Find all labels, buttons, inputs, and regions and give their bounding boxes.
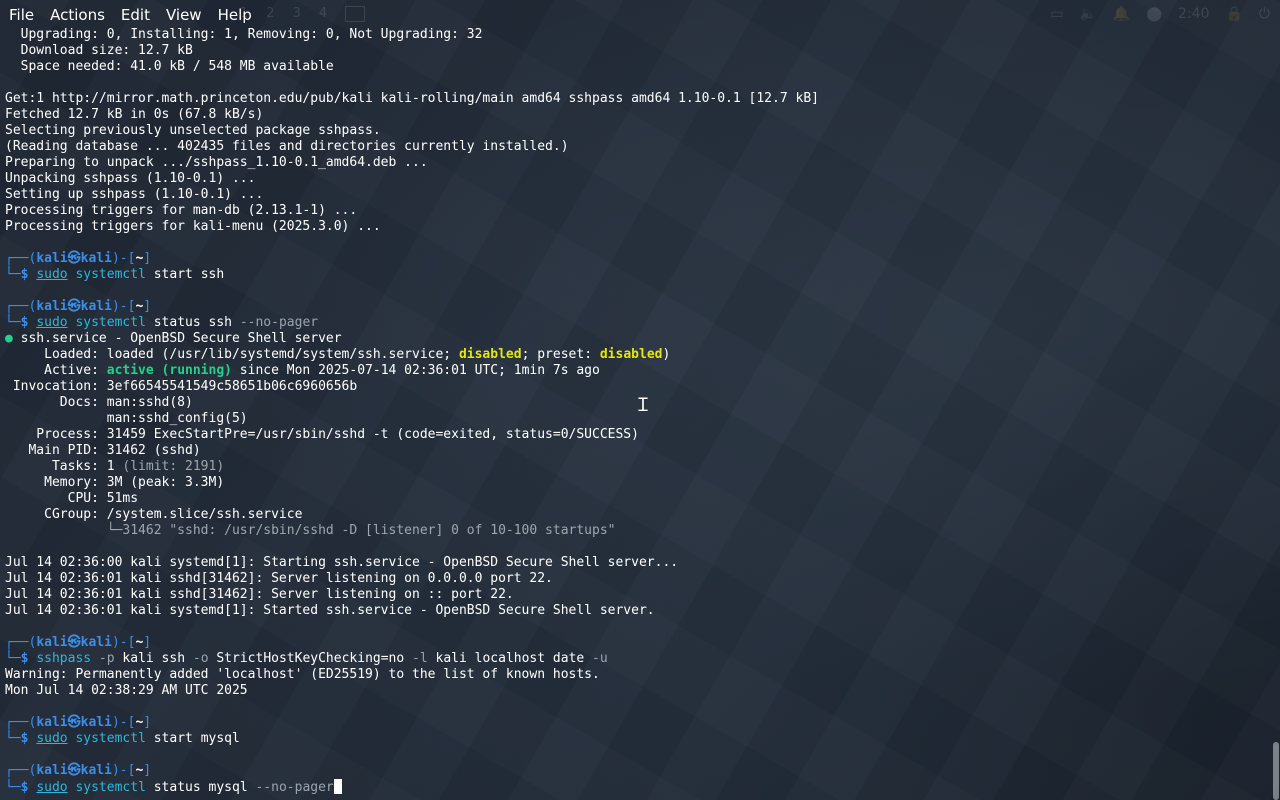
prompt-header: ┌──(kali㉿kali)-[~]: [5, 635, 152, 650]
workspace-switcher: 1 2 3 4: [240, 6, 366, 22]
prompt-header: ┌──(kali㉿kali)-[~]: [5, 251, 152, 266]
status-cgroup: CGroup: /system.slice/ssh.service: [5, 507, 303, 522]
menu-view[interactable]: View: [158, 6, 210, 24]
prompt-header: ┌──(kali㉿kali)-[~]: [5, 763, 152, 778]
output-line: Get:1 http://mirror.math.princeton.edu/p…: [5, 91, 819, 106]
clock[interactable]: 2:40: [1178, 6, 1209, 22]
output-line: Space needed: 41.0 kB / 548 MB available: [5, 59, 334, 74]
journal-line: Jul 14 02:36:01 kali sshd[31462]: Server…: [5, 571, 553, 586]
command-line: └─$ sudo systemctl start mysql: [5, 731, 240, 746]
workspace-4[interactable]: 4: [319, 6, 327, 22]
prompt-header: ┌──(kali㉿kali)-[~]: [5, 299, 152, 314]
terminal-window-icon[interactable]: [345, 6, 366, 22]
status-title: ● ssh.service - OpenBSD Secure Shell ser…: [5, 331, 342, 346]
status-loaded: Loaded: loaded (/usr/lib/systemd/system/…: [5, 347, 671, 362]
menu-actions[interactable]: Actions: [42, 6, 113, 24]
journal-line: Jul 14 02:36:01 kali systemd[1]: Started…: [5, 603, 655, 618]
status-active: Active: active (running) since Mon 2025-…: [5, 363, 600, 378]
network-icon[interactable]: ⬤: [1146, 6, 1162, 22]
lock-icon[interactable]: 🔒: [1225, 6, 1242, 22]
menu-file[interactable]: File: [0, 6, 42, 24]
output-line: (Reading database ... 402435 files and d…: [5, 139, 569, 154]
output-line: Unpacking sshpass (1.10-0.1) ...: [5, 171, 256, 186]
system-tray: ▭ 🔈 🔔 ⬤ 2:40 🔒 ⏻: [1050, 6, 1270, 22]
workspace-2[interactable]: 2: [266, 6, 274, 22]
status-memory: Memory: 3M (peak: 3.3M): [5, 475, 225, 490]
terminal-scrollbar[interactable]: [1270, 27, 1280, 800]
output-line: Fetched 12.7 kB in 0s (67.8 kB/s): [5, 107, 264, 122]
journal-line: Jul 14 02:36:00 kali systemd[1]: Startin…: [5, 555, 679, 570]
output-line: Setting up sshpass (1.10-0.1) ...: [5, 187, 264, 202]
scrollbar-thumb[interactable]: [1273, 742, 1279, 800]
menu-edit[interactable]: Edit: [113, 6, 158, 24]
output-line: Preparing to unpack .../sshpass_1.10-0.1…: [5, 155, 428, 170]
output-line: Download size: 12.7 kB: [5, 43, 193, 58]
command-line: └─$ sudo systemctl status ssh --no-pager: [5, 315, 319, 330]
output-line: Processing triggers for kali-menu (2025.…: [5, 219, 381, 234]
status-cpu: CPU: 51ms: [5, 491, 139, 506]
journal-line: Jul 14 02:36:01 kali sshd[31462]: Server…: [5, 587, 514, 602]
current-command-line[interactable]: └─$ sudo systemctl status mysql --no-pag…: [5, 779, 1267, 795]
command-line: └─$ sshpass -p kali ssh -o StrictHostKey…: [5, 651, 608, 666]
status-tasks: Tasks: 1 (limit: 2191): [5, 459, 225, 474]
notification-bell-icon[interactable]: 🔔: [1113, 6, 1130, 22]
output-line: Mon Jul 14 02:38:29 AM UTC 2025: [5, 683, 248, 698]
workspace-3[interactable]: 3: [293, 6, 301, 22]
output-line: Processing triggers for man-db (2.13.1-1…: [5, 203, 358, 218]
output-line: Upgrading: 0, Installing: 1, Removing: 0…: [5, 27, 483, 42]
status-cgroup-child: └─31462 "sshd: /usr/sbin/sshd -D [listen…: [5, 523, 616, 538]
volume-icon[interactable]: 🔈: [1079, 6, 1096, 22]
status-process: Process: 31459 ExecStartPre=/usr/sbin/ss…: [5, 427, 639, 442]
ibeam-mouse-cursor-icon: Ｉ: [634, 395, 652, 416]
output-line: Warning: Permanently added 'localhost' (…: [5, 667, 600, 682]
text-cursor: [333, 779, 342, 794]
power-icon[interactable]: ⏻: [1259, 6, 1270, 22]
menu: File Actions Edit View Help: [0, 4, 260, 26]
screen-icon[interactable]: ▭: [1050, 6, 1063, 22]
prompt-header: ┌──(kali㉿kali)-[~]: [5, 715, 152, 730]
terminal-menubar: File Actions Edit View Help 1 2 3 4 ▭ 🔈 …: [0, 0, 1280, 30]
workspace-1[interactable]: 1: [240, 6, 248, 22]
status-mainpid: Main PID: 31462 (sshd): [5, 443, 201, 458]
command-line: └─$ sudo systemctl start ssh: [5, 267, 225, 282]
status-dot-icon: ●: [5, 331, 13, 346]
output-line: Selecting previously unselected package …: [5, 123, 381, 138]
